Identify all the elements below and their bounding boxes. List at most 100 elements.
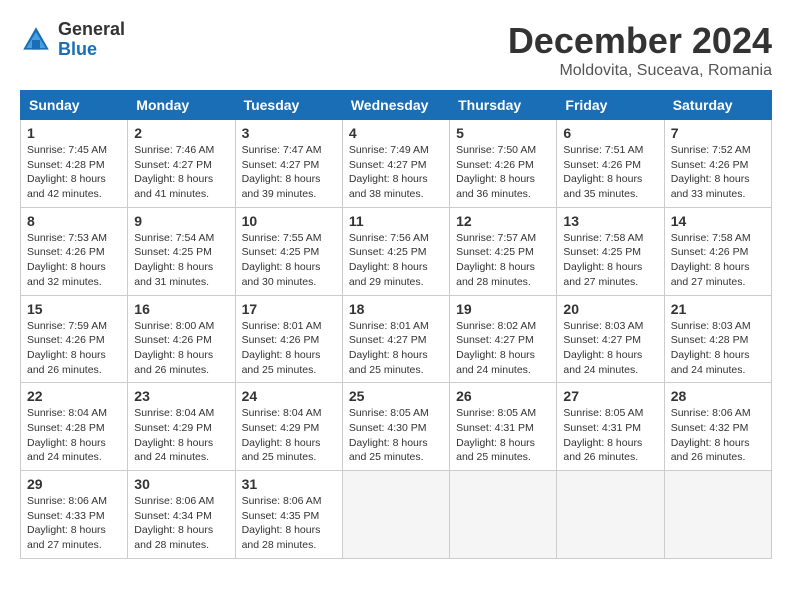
week-row-1: 1 Sunrise: 7:45 AM Sunset: 4:28 PM Dayli… [21, 120, 772, 208]
day-number: 1 [27, 125, 121, 141]
calendar-cell: 22 Sunrise: 8:04 AM Sunset: 4:28 PM Dayl… [21, 383, 128, 471]
day-number: 9 [134, 213, 228, 229]
header: General Blue December 2024 Moldovita, Su… [20, 20, 772, 80]
calendar-cell: 17 Sunrise: 8:01 AM Sunset: 4:26 PM Dayl… [235, 295, 342, 383]
day-number: 6 [563, 125, 657, 141]
day-number: 31 [242, 476, 336, 492]
day-info: Sunrise: 8:04 AM Sunset: 4:29 PM Dayligh… [134, 406, 228, 465]
day-number: 8 [27, 213, 121, 229]
logo: General Blue [20, 20, 125, 60]
calendar-cell: 2 Sunrise: 7:46 AM Sunset: 4:27 PM Dayli… [128, 120, 235, 208]
week-row-4: 22 Sunrise: 8:04 AM Sunset: 4:28 PM Dayl… [21, 383, 772, 471]
header-tuesday: Tuesday [235, 91, 342, 120]
day-info: Sunrise: 7:45 AM Sunset: 4:28 PM Dayligh… [27, 143, 121, 202]
day-number: 29 [27, 476, 121, 492]
calendar-cell: 4 Sunrise: 7:49 AM Sunset: 4:27 PM Dayli… [342, 120, 449, 208]
day-info: Sunrise: 7:58 AM Sunset: 4:26 PM Dayligh… [671, 231, 765, 290]
day-number: 17 [242, 301, 336, 317]
day-number: 11 [349, 213, 443, 229]
week-row-2: 8 Sunrise: 7:53 AM Sunset: 4:26 PM Dayli… [21, 207, 772, 295]
day-info: Sunrise: 7:58 AM Sunset: 4:25 PM Dayligh… [563, 231, 657, 290]
month-title: December 2024 [508, 20, 772, 62]
day-info: Sunrise: 7:46 AM Sunset: 4:27 PM Dayligh… [134, 143, 228, 202]
day-info: Sunrise: 7:47 AM Sunset: 4:27 PM Dayligh… [242, 143, 336, 202]
calendar-cell: 28 Sunrise: 8:06 AM Sunset: 4:32 PM Dayl… [664, 383, 771, 471]
calendar-cell: 6 Sunrise: 7:51 AM Sunset: 4:26 PM Dayli… [557, 120, 664, 208]
day-number: 28 [671, 388, 765, 404]
day-info: Sunrise: 8:01 AM Sunset: 4:27 PM Dayligh… [349, 319, 443, 378]
calendar-cell: 24 Sunrise: 8:04 AM Sunset: 4:29 PM Dayl… [235, 383, 342, 471]
calendar-cell: 8 Sunrise: 7:53 AM Sunset: 4:26 PM Dayli… [21, 207, 128, 295]
day-info: Sunrise: 7:49 AM Sunset: 4:27 PM Dayligh… [349, 143, 443, 202]
calendar-cell: 25 Sunrise: 8:05 AM Sunset: 4:30 PM Dayl… [342, 383, 449, 471]
day-info: Sunrise: 8:00 AM Sunset: 4:26 PM Dayligh… [134, 319, 228, 378]
calendar-cell: 18 Sunrise: 8:01 AM Sunset: 4:27 PM Dayl… [342, 295, 449, 383]
day-info: Sunrise: 8:05 AM Sunset: 4:31 PM Dayligh… [456, 406, 550, 465]
day-number: 19 [456, 301, 550, 317]
day-number: 16 [134, 301, 228, 317]
calendar: Sunday Monday Tuesday Wednesday Thursday… [20, 90, 772, 559]
day-number: 22 [27, 388, 121, 404]
week-row-3: 15 Sunrise: 7:59 AM Sunset: 4:26 PM Dayl… [21, 295, 772, 383]
day-info: Sunrise: 7:52 AM Sunset: 4:26 PM Dayligh… [671, 143, 765, 202]
day-number: 3 [242, 125, 336, 141]
day-number: 24 [242, 388, 336, 404]
calendar-cell: 13 Sunrise: 7:58 AM Sunset: 4:25 PM Dayl… [557, 207, 664, 295]
header-wednesday: Wednesday [342, 91, 449, 120]
calendar-cell: 21 Sunrise: 8:03 AM Sunset: 4:28 PM Dayl… [664, 295, 771, 383]
header-friday: Friday [557, 91, 664, 120]
calendar-cell: 20 Sunrise: 8:03 AM Sunset: 4:27 PM Dayl… [557, 295, 664, 383]
day-number: 26 [456, 388, 550, 404]
calendar-cell [450, 471, 557, 559]
day-info: Sunrise: 8:06 AM Sunset: 4:34 PM Dayligh… [134, 494, 228, 553]
header-thursday: Thursday [450, 91, 557, 120]
day-number: 12 [456, 213, 550, 229]
calendar-cell: 26 Sunrise: 8:05 AM Sunset: 4:31 PM Dayl… [450, 383, 557, 471]
calendar-cell: 27 Sunrise: 8:05 AM Sunset: 4:31 PM Dayl… [557, 383, 664, 471]
day-info: Sunrise: 7:59 AM Sunset: 4:26 PM Dayligh… [27, 319, 121, 378]
title-area: December 2024 Moldovita, Suceava, Romani… [508, 20, 772, 80]
week-row-5: 29 Sunrise: 8:06 AM Sunset: 4:33 PM Dayl… [21, 471, 772, 559]
day-number: 20 [563, 301, 657, 317]
day-number: 4 [349, 125, 443, 141]
calendar-cell [342, 471, 449, 559]
day-info: Sunrise: 7:56 AM Sunset: 4:25 PM Dayligh… [349, 231, 443, 290]
logo-text: General Blue [58, 20, 125, 60]
day-number: 30 [134, 476, 228, 492]
day-number: 18 [349, 301, 443, 317]
day-info: Sunrise: 8:03 AM Sunset: 4:28 PM Dayligh… [671, 319, 765, 378]
day-info: Sunrise: 7:57 AM Sunset: 4:25 PM Dayligh… [456, 231, 550, 290]
day-info: Sunrise: 8:02 AM Sunset: 4:27 PM Dayligh… [456, 319, 550, 378]
calendar-cell: 9 Sunrise: 7:54 AM Sunset: 4:25 PM Dayli… [128, 207, 235, 295]
day-number: 27 [563, 388, 657, 404]
logo-icon [20, 24, 52, 56]
day-info: Sunrise: 7:50 AM Sunset: 4:26 PM Dayligh… [456, 143, 550, 202]
day-number: 14 [671, 213, 765, 229]
calendar-cell: 29 Sunrise: 8:06 AM Sunset: 4:33 PM Dayl… [21, 471, 128, 559]
calendar-cell: 16 Sunrise: 8:00 AM Sunset: 4:26 PM Dayl… [128, 295, 235, 383]
day-info: Sunrise: 8:06 AM Sunset: 4:33 PM Dayligh… [27, 494, 121, 553]
day-number: 13 [563, 213, 657, 229]
day-number: 7 [671, 125, 765, 141]
calendar-cell: 3 Sunrise: 7:47 AM Sunset: 4:27 PM Dayli… [235, 120, 342, 208]
day-info: Sunrise: 7:54 AM Sunset: 4:25 PM Dayligh… [134, 231, 228, 290]
day-info: Sunrise: 7:55 AM Sunset: 4:25 PM Dayligh… [242, 231, 336, 290]
day-number: 21 [671, 301, 765, 317]
calendar-cell: 1 Sunrise: 7:45 AM Sunset: 4:28 PM Dayli… [21, 120, 128, 208]
day-info: Sunrise: 8:01 AM Sunset: 4:26 PM Dayligh… [242, 319, 336, 378]
day-info: Sunrise: 8:04 AM Sunset: 4:29 PM Dayligh… [242, 406, 336, 465]
calendar-cell: 31 Sunrise: 8:06 AM Sunset: 4:35 PM Dayl… [235, 471, 342, 559]
calendar-cell: 7 Sunrise: 7:52 AM Sunset: 4:26 PM Dayli… [664, 120, 771, 208]
location: Moldovita, Suceava, Romania [508, 62, 772, 80]
header-saturday: Saturday [664, 91, 771, 120]
header-sunday: Sunday [21, 91, 128, 120]
day-info: Sunrise: 8:05 AM Sunset: 4:31 PM Dayligh… [563, 406, 657, 465]
weekday-header-row: Sunday Monday Tuesday Wednesday Thursday… [21, 91, 772, 120]
day-info: Sunrise: 7:51 AM Sunset: 4:26 PM Dayligh… [563, 143, 657, 202]
calendar-cell: 23 Sunrise: 8:04 AM Sunset: 4:29 PM Dayl… [128, 383, 235, 471]
day-number: 23 [134, 388, 228, 404]
day-number: 2 [134, 125, 228, 141]
calendar-cell: 15 Sunrise: 7:59 AM Sunset: 4:26 PM Dayl… [21, 295, 128, 383]
day-info: Sunrise: 8:03 AM Sunset: 4:27 PM Dayligh… [563, 319, 657, 378]
day-number: 15 [27, 301, 121, 317]
